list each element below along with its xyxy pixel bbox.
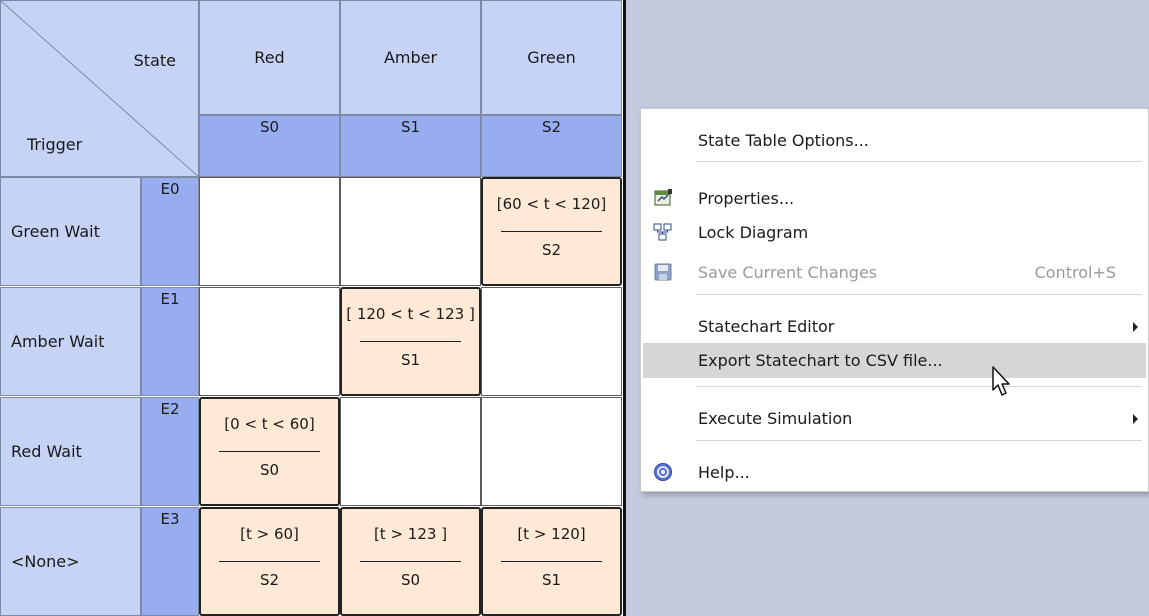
row-code-0: E0	[141, 177, 199, 286]
table-cell-empty[interactable]	[199, 287, 340, 396]
submenu-arrow-icon	[1133, 414, 1138, 424]
state-axis-label: State	[133, 51, 176, 70]
transition-guard: [t > 60]	[240, 525, 299, 543]
menu-item-label: Execute Simulation	[698, 409, 853, 428]
transition-divider	[360, 561, 461, 562]
lock-diagram-icon	[653, 222, 673, 242]
transition-guard: [60 < t < 120]	[496, 195, 607, 213]
menu-separator	[696, 386, 1142, 387]
transition-divider	[501, 231, 602, 232]
row-header-0[interactable]: Green Wait	[0, 177, 141, 286]
transition-cell[interactable]: [60 < t < 120] S2	[481, 177, 622, 286]
row-code-1: E1	[141, 287, 199, 396]
transition-target: S0	[259, 461, 280, 479]
menu-item-label: Save Current Changes	[698, 263, 878, 282]
menu-separator	[696, 294, 1142, 295]
menu-separator	[696, 161, 1142, 162]
menu-item-state-table-options[interactable]: State Table Options...	[643, 123, 1146, 158]
transition-divider	[501, 561, 602, 562]
menu-item-export-statechart-to-csv-file[interactable]: Export Statechart to CSV file...	[643, 343, 1146, 378]
menu-item-label: Help...	[698, 463, 750, 482]
table-cell-empty[interactable]	[481, 397, 622, 506]
row-header-2[interactable]: Red Wait	[0, 397, 141, 506]
menu-item-help[interactable]: Help...	[643, 455, 1146, 490]
table-cell-empty[interactable]	[199, 177, 340, 286]
transition-cell[interactable]: [t > 120] S1	[481, 507, 622, 616]
column-header-2[interactable]: Green	[481, 0, 622, 115]
properties-icon	[653, 188, 673, 208]
transition-target: S1	[541, 571, 562, 589]
transition-cell[interactable]: [0 < t < 60] S0	[199, 397, 340, 506]
menu-item-lock-diagram[interactable]: Lock Diagram	[643, 215, 1146, 250]
transition-target: S2	[259, 571, 280, 589]
table-cell-empty[interactable]	[340, 397, 481, 506]
transition-divider	[360, 341, 461, 342]
save-icon	[653, 262, 673, 282]
menu-item-label: State Table Options...	[698, 131, 869, 150]
submenu-arrow-icon	[1133, 322, 1138, 332]
transition-cell[interactable]: [t > 123 ] S0	[340, 507, 481, 616]
transition-target: S0	[400, 571, 421, 589]
column-header-1[interactable]: Amber	[340, 0, 481, 115]
help-icon	[653, 462, 673, 482]
transition-guard: [ 120 < t < 123 ]	[346, 305, 475, 323]
menu-separator	[696, 440, 1142, 441]
transition-cell[interactable]: [t > 60] S2	[199, 507, 340, 616]
menu-item-execute-simulation[interactable]: Execute Simulation	[643, 401, 1146, 436]
column-code-1: S1	[340, 115, 481, 177]
transition-guard: [0 < t < 60]	[224, 415, 315, 433]
transition-guard: [t > 123 ]	[373, 525, 448, 543]
context-menu: State Table Options... Properties... Lock …	[640, 108, 1149, 492]
table-corner-header: State Trigger	[0, 0, 200, 178]
menu-item-label: Lock Diagram	[698, 223, 809, 242]
transition-guard: [t > 120]	[517, 525, 586, 543]
transition-divider	[219, 451, 320, 452]
menu-item-label: Properties...	[698, 189, 795, 208]
column-header-0[interactable]: Red	[199, 0, 340, 115]
transition-target: S1	[400, 351, 421, 369]
table-cell-empty[interactable]	[340, 177, 481, 286]
row-code-2: E2	[141, 397, 199, 506]
column-code-2: S2	[481, 115, 622, 177]
row-header-1[interactable]: Amber Wait	[0, 287, 141, 396]
mouse-pointer-icon	[992, 366, 1010, 396]
transition-divider	[219, 561, 320, 562]
table-cell-empty[interactable]	[481, 287, 622, 396]
menu-item-properties[interactable]: Properties...	[643, 181, 1146, 216]
menu-item-save-current-changes: Save Current Changes Control+S	[643, 255, 1146, 290]
column-code-0: S0	[199, 115, 340, 177]
row-header-3[interactable]: <None>	[0, 507, 141, 616]
trigger-axis-label: Trigger	[27, 135, 83, 154]
menu-item-label: Export Statechart to CSV file...	[698, 351, 943, 370]
menu-item-statechart-editor[interactable]: Statechart Editor	[643, 309, 1146, 344]
menu-item-label: Statechart Editor	[698, 317, 835, 336]
transition-target: S2	[541, 241, 562, 259]
menu-item-shortcut: Control+S	[1034, 263, 1116, 282]
state-table: State Trigger Red S0 Amber S1 Green S2 Green W…	[0, 0, 626, 616]
row-code-3: E3	[141, 507, 199, 616]
transition-cell[interactable]: [ 120 < t < 123 ] S1	[340, 287, 481, 396]
